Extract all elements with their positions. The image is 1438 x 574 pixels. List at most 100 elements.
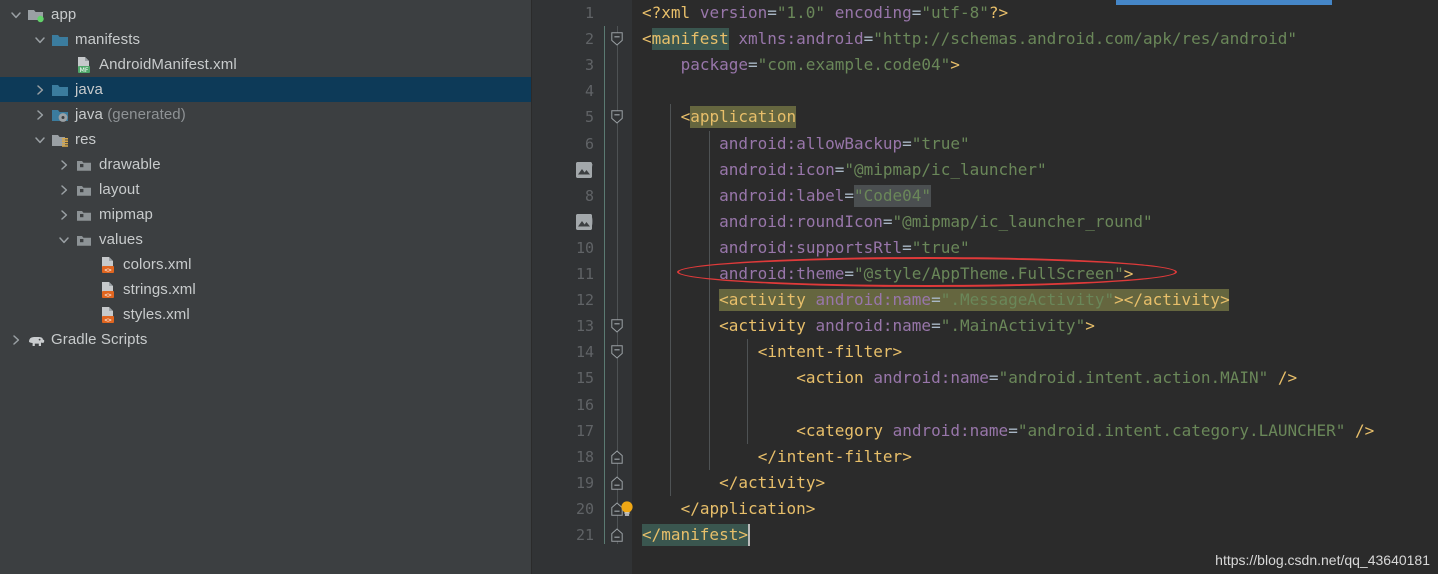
editor-gutter[interactable]: 123456789101112131415161718192021 — [532, 0, 602, 574]
folder-grey-icon — [75, 231, 93, 249]
code-token: "@mipmap/ic_launcher" — [844, 159, 1047, 179]
tree-item-label: java (generated) — [75, 106, 186, 123]
tree-item-drawable[interactable]: drawable — [0, 152, 532, 177]
code-line[interactable]: android:label="Code04" — [642, 183, 931, 209]
code-line[interactable]: android:theme="@style/AppTheme.FullScree… — [642, 261, 1133, 287]
code-token: = — [834, 159, 845, 179]
code-line[interactable]: </application> — [642, 496, 816, 522]
tree-item-mipmap[interactable]: mipmap — [0, 202, 532, 227]
code-line[interactable]: </manifest> — [642, 522, 748, 548]
code-line[interactable]: <action android:name="android.intent.act… — [642, 365, 1297, 391]
tree-item-app[interactable]: app — [0, 2, 532, 27]
code-line[interactable]: <application — [642, 104, 797, 130]
project-tool-window[interactable]: app manifests MF AndroidManifest.xml java jav… — [0, 0, 532, 574]
code-token: = — [931, 290, 941, 310]
tree-item-java[interactable]: java — [0, 77, 532, 102]
tree-item-styles-xml[interactable]: <> styles.xml — [0, 302, 532, 327]
chevron-right-icon[interactable] — [32, 82, 47, 97]
chevron-right-icon[interactable] — [8, 332, 23, 347]
intention-bulb-icon[interactable] — [620, 500, 634, 518]
code-editor[interactable]: 123456789101112131415161718192021 <?xml … — [532, 0, 1438, 574]
code-token: "android.intent.action.MAIN" — [998, 368, 1269, 388]
folder-res-icon — [51, 131, 69, 149]
code-line[interactable]: </intent-filter> — [642, 444, 912, 470]
image-preview-icon[interactable] — [576, 161, 592, 178]
tree-item-res[interactable]: res — [0, 127, 532, 152]
tree-item-values[interactable]: values — [0, 227, 532, 252]
chevron-down-icon[interactable] — [32, 32, 47, 47]
code-line[interactable]: <?xml version="1.0" encoding="utf-8"?> — [642, 0, 1008, 26]
line-number: 2 — [584, 30, 594, 49]
code-line[interactable]: android:icon="@mipmap/ic_launcher" — [642, 157, 1047, 183]
fold-marker-expanded[interactable] — [611, 110, 623, 125]
editor-code-area[interactable]: <?xml version="1.0" encoding="utf-8"?> <m… — [632, 0, 1438, 574]
editor-fold-strip[interactable] — [602, 0, 632, 574]
fold-marker-end[interactable] — [611, 528, 623, 542]
chevron-right-icon[interactable] — [56, 182, 71, 197]
tree-item-layout[interactable]: layout — [0, 177, 532, 202]
code-line[interactable]: <category android:name="android.intent.c… — [642, 418, 1374, 444]
code-line[interactable]: <activity android:name=".MessageActivity… — [642, 287, 1230, 313]
svg-text:MF: MF — [79, 66, 88, 73]
tree-item-androidmanifest-xml[interactable]: MF AndroidManifest.xml — [0, 52, 532, 77]
code-line[interactable]: <manifest xmlns:android="http://schemas.… — [642, 26, 1297, 52]
code-token: android:supportsRtl — [719, 237, 903, 257]
tree-item-colors-xml[interactable]: <> colors.xml — [0, 252, 532, 277]
fold-marker-expanded[interactable] — [611, 32, 623, 46]
line-number: 18 — [575, 447, 594, 466]
code-line[interactable]: android:allowBackup="true" — [642, 131, 969, 157]
tree-item-gradle-scripts[interactable]: Gradle Scripts — [0, 327, 532, 352]
chevron-right-icon[interactable] — [56, 157, 71, 172]
code-token: android:icon — [719, 159, 835, 179]
watermark-text: https://blog.csdn.net/qq_43640181 — [1215, 552, 1430, 568]
code-token: "http://schemas.android.com/apk/res/andr… — [873, 29, 1298, 49]
chevron-right-icon[interactable] — [56, 207, 71, 222]
code-token: = — [882, 211, 893, 231]
code-token: android:name — [815, 316, 932, 336]
code-token: <?xml — [642, 3, 691, 22]
code-line[interactable]: android:supportsRtl="true" — [642, 235, 969, 261]
fold-marker-expanded[interactable] — [611, 319, 623, 333]
code-line[interactable]: <intent-filter> — [642, 339, 903, 365]
chevron-down-icon[interactable] — [32, 132, 47, 147]
image-preview-icon[interactable] — [576, 213, 592, 230]
tree-item-manifests[interactable]: manifests — [0, 27, 532, 52]
code-token: = — [902, 133, 912, 153]
code-line[interactable]: android:roundIcon="@mipmap/ic_launcher_r… — [642, 209, 1153, 235]
fold-marker-expanded[interactable] — [611, 345, 623, 359]
chevron-down-icon[interactable] — [8, 7, 23, 22]
code-token: android:name — [815, 290, 932, 310]
tree-item-strings-xml[interactable]: <> strings.xml — [0, 277, 532, 302]
fold-marker-end[interactable] — [611, 450, 623, 464]
project-tree[interactable]: app manifests MF AndroidManifest.xml java jav… — [0, 2, 532, 352]
tree-item-java[interactable]: java (generated) — [0, 102, 532, 127]
code-line[interactable]: package="com.example.code04"> — [642, 52, 960, 78]
xml-file-icon: <> — [99, 306, 117, 324]
fold-marker-end[interactable] — [611, 476, 623, 490]
tree-item-label: values — [99, 231, 143, 248]
chevron-down-icon[interactable] — [56, 232, 71, 247]
code-token: <manifest — [642, 29, 729, 49]
chevron-right-icon[interactable] — [32, 107, 47, 122]
